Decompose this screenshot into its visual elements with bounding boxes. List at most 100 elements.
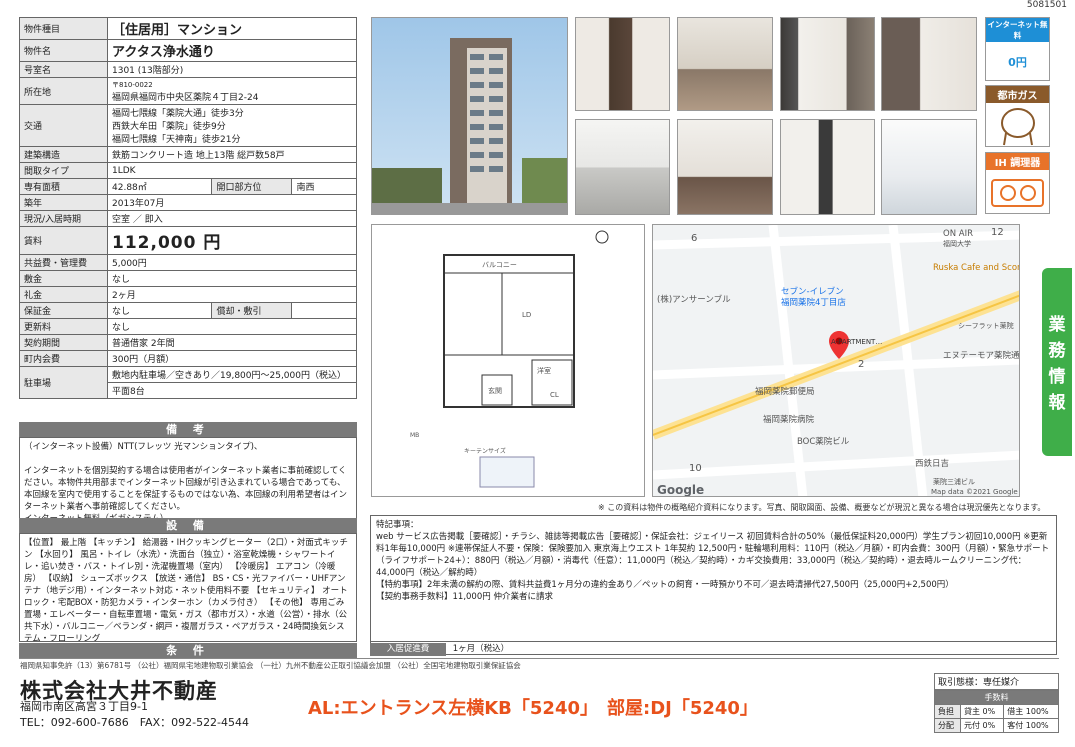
access-line: 西鉄大牟田「薬院」徒歩9分 — [112, 122, 226, 132]
zip: 〒810-0022 — [112, 80, 153, 89]
commission-table: 手数料 負担 貸主 0% 借主 100% 分配 元付 0% 客付 100% — [934, 690, 1059, 733]
tab-char: 報 — [1048, 393, 1066, 413]
special-notes-text: web サービス広告掲載［要確認］・チラシ、雑誌等掲載広告［要確認］・保証会社：… — [376, 532, 1050, 602]
map-label-university: 福岡大学 — [943, 240, 971, 248]
map-label-nt-more: エヌテーモア薬院通り — [943, 351, 1020, 361]
fee-label: 共益費・管理費 — [19, 254, 108, 271]
map-pin-label: A-PARTMENT… — [831, 338, 883, 346]
conditions-section: 条 件 — [19, 643, 357, 658]
map-label-onair: ON AIR — [943, 229, 973, 239]
ih-cooker-badge: IH 調理器 — [985, 152, 1050, 214]
map-label-hospital: 福岡薬院病院 — [763, 415, 815, 425]
map-label-ruska: Ruska Cafe and Scones — [933, 263, 1019, 273]
parking-value-2: 平面8台 — [107, 382, 357, 399]
spec-table: 物件種目 ［住居用］マンション 物件名 アクタス浄水通り 号室名 1301 (13階部… — [19, 17, 357, 399]
struct-value: 鉄筋コンクリート造 地上13階 総戸数58戸 — [107, 146, 357, 163]
ih-stove-icon — [991, 179, 1044, 207]
access-line: 福岡七隈線「薬院大通」徒歩3分 — [112, 109, 244, 119]
equipment-text: 【位置】 最上階 【キッチン】 給湯器・IHクッキングヒーター（2口）・対面式キ… — [19, 533, 357, 642]
tab-char: 業 — [1048, 315, 1066, 335]
commission-cell: 貸主 0% — [959, 704, 1005, 719]
location-map[interactable]: ON AIR 福岡大学 Ruska Cafe and Scones セブン-イレ… — [652, 224, 1020, 497]
rent-label: 賃料 — [19, 226, 108, 255]
layout-label: 間取タイプ — [19, 162, 108, 179]
special-notes-title: 特記事項： — [376, 520, 419, 530]
access-label: 交通 — [19, 104, 108, 147]
type-label: 物件種目 — [19, 17, 108, 40]
commission-cell: 客付 100% — [1003, 718, 1059, 733]
map-label-seaflat: シーフラット薬院 — [958, 322, 1014, 330]
plan-label-room: 洋室 — [537, 366, 551, 375]
hosho-value: なし — [106, 302, 213, 319]
map-block-2: 2 — [858, 359, 865, 370]
photo-disclaimer: ※ この資料は物件の概略紹介資料になります。写真、間取図面、設備、概要などが現況… — [598, 503, 1046, 512]
name-value: アクタス浄水通り — [107, 39, 357, 62]
type-value: ［住居用］マンション — [107, 17, 357, 40]
document-id: 5081501 — [1026, 0, 1067, 10]
city-gas-label: 都市ガス — [986, 86, 1049, 103]
parking-value: 敷地内駐車場／空きあり／19,800円〜25,000円（税込） — [107, 366, 357, 383]
plan-label-mb: MB — [410, 432, 419, 439]
gas-tank-icon — [1001, 108, 1035, 146]
transaction-mode: 取引態様：専任媒介 — [934, 673, 1059, 690]
face-label: 開口部方位 — [211, 178, 293, 195]
company-tel: TEL：092-600-7686 FAX：092-522-4544 — [20, 716, 250, 729]
map-label-post: 福岡薬院郵便局 — [755, 387, 815, 397]
key-box-info: AL:エントランス左横KB「5240」 部屋:DJ「5240」 — [308, 698, 758, 719]
shokyaku-value — [291, 302, 357, 319]
plan-label-ld: LD — [522, 311, 531, 319]
tab-char: 務 — [1048, 341, 1066, 361]
move-in-fee-row: 入居促進費 1ヶ月（税込） — [370, 641, 1057, 656]
building-photo — [371, 17, 568, 215]
access-line: 福岡七隈線「天神南」徒歩21分 — [112, 135, 241, 145]
transaction-box: 取引態様：専任媒介 手数料 負担 貸主 0% 借主 100% 分配 元付 0% 客付 1… — [934, 673, 1059, 733]
ih-cooker-label: IH 調理器 — [986, 153, 1049, 170]
remarks-text: （インターネット設備）NTT(フレッツ 光マンションタイプ)、 インターネットを… — [19, 437, 357, 531]
equipment-section: 設 備 【位置】 最上階 【キッチン】 給湯器・IHクッキングヒーター（2口）・… — [19, 518, 357, 642]
renew-label: 更新料 — [19, 318, 108, 335]
interior-photo-room — [780, 17, 875, 111]
map-copyright: Map data ©2021 Google — [931, 488, 1018, 496]
internet-price: 0円 — [1008, 56, 1027, 69]
move-in-fee-label: 入居促進費 — [370, 643, 446, 656]
addr-label: 所在地 — [19, 77, 108, 105]
move-in-fee-value: 1ヶ月（税込） — [452, 644, 510, 654]
interior-photo-bath — [881, 119, 977, 215]
layout-value: 1LDK — [107, 162, 357, 179]
commission-cell: 分配 — [934, 718, 961, 733]
building-illustration — [372, 38, 567, 214]
status-value: 空室 ／ 即入 — [107, 210, 357, 227]
interior-photo-bedroom — [677, 119, 773, 215]
shokyaku-label: 償却・敷引 — [211, 302, 293, 319]
floor-plan: バルコニー LD 洋室 CL 玄関 キーテンサイズ MB — [371, 224, 645, 497]
business-info-tab[interactable]: 業 務 情 報 — [1042, 268, 1072, 456]
special-notes: 特記事項： web サービス広告掲載［要確認］・チラシ、雑誌等掲載広告［要確認］… — [370, 515, 1057, 655]
internet-free-badge: インターネット無料 0円 — [985, 17, 1050, 81]
renew-value: なし — [107, 318, 357, 335]
map-label-seven-store: 福岡薬院4丁目店 — [781, 298, 846, 308]
remarks-title: 備 考 — [19, 422, 357, 437]
interior-photo-washroom — [780, 119, 875, 215]
rent-value: 112,000 円 — [107, 226, 357, 255]
map-label-nishitetsu: 西鉄日吉 — [915, 459, 950, 469]
map-label-miura: 薬院三浦ビル — [933, 478, 975, 486]
commission-cell: 借主 100% — [1003, 704, 1059, 719]
association-text: 福岡県知事免許（13）第6781号 （公社）福岡県宅地建物取引業協会 （一社）九… — [20, 661, 521, 670]
built-value: 2013年07月 — [107, 194, 357, 211]
room-value: 1301 (13階部分) — [107, 61, 357, 78]
tab-char: 情 — [1048, 367, 1066, 387]
footer-divider — [19, 658, 1059, 659]
status-label: 現況/入居時期 — [19, 210, 108, 227]
addr-cell: 〒810-0022 福岡県福岡市中央区薬院４丁目2-24 — [107, 77, 357, 105]
key-money-value: 2ヶ月 — [107, 286, 357, 303]
fee-value: 5,000円 — [107, 254, 357, 271]
internet-free-label: インターネット無料 — [986, 18, 1049, 42]
company-address: 福岡市南区高宮３丁目9-1 — [20, 700, 148, 713]
map-block-10: 10 — [689, 463, 702, 474]
city-gas-badge: 都市ガス — [985, 85, 1050, 147]
conditions-title: 条 件 — [19, 643, 357, 658]
deposit-label: 敷金 — [19, 270, 108, 287]
face-value: 南西 — [291, 178, 357, 195]
equipment-title: 設 備 — [19, 518, 357, 533]
commission-cell: 負担 — [934, 704, 961, 719]
